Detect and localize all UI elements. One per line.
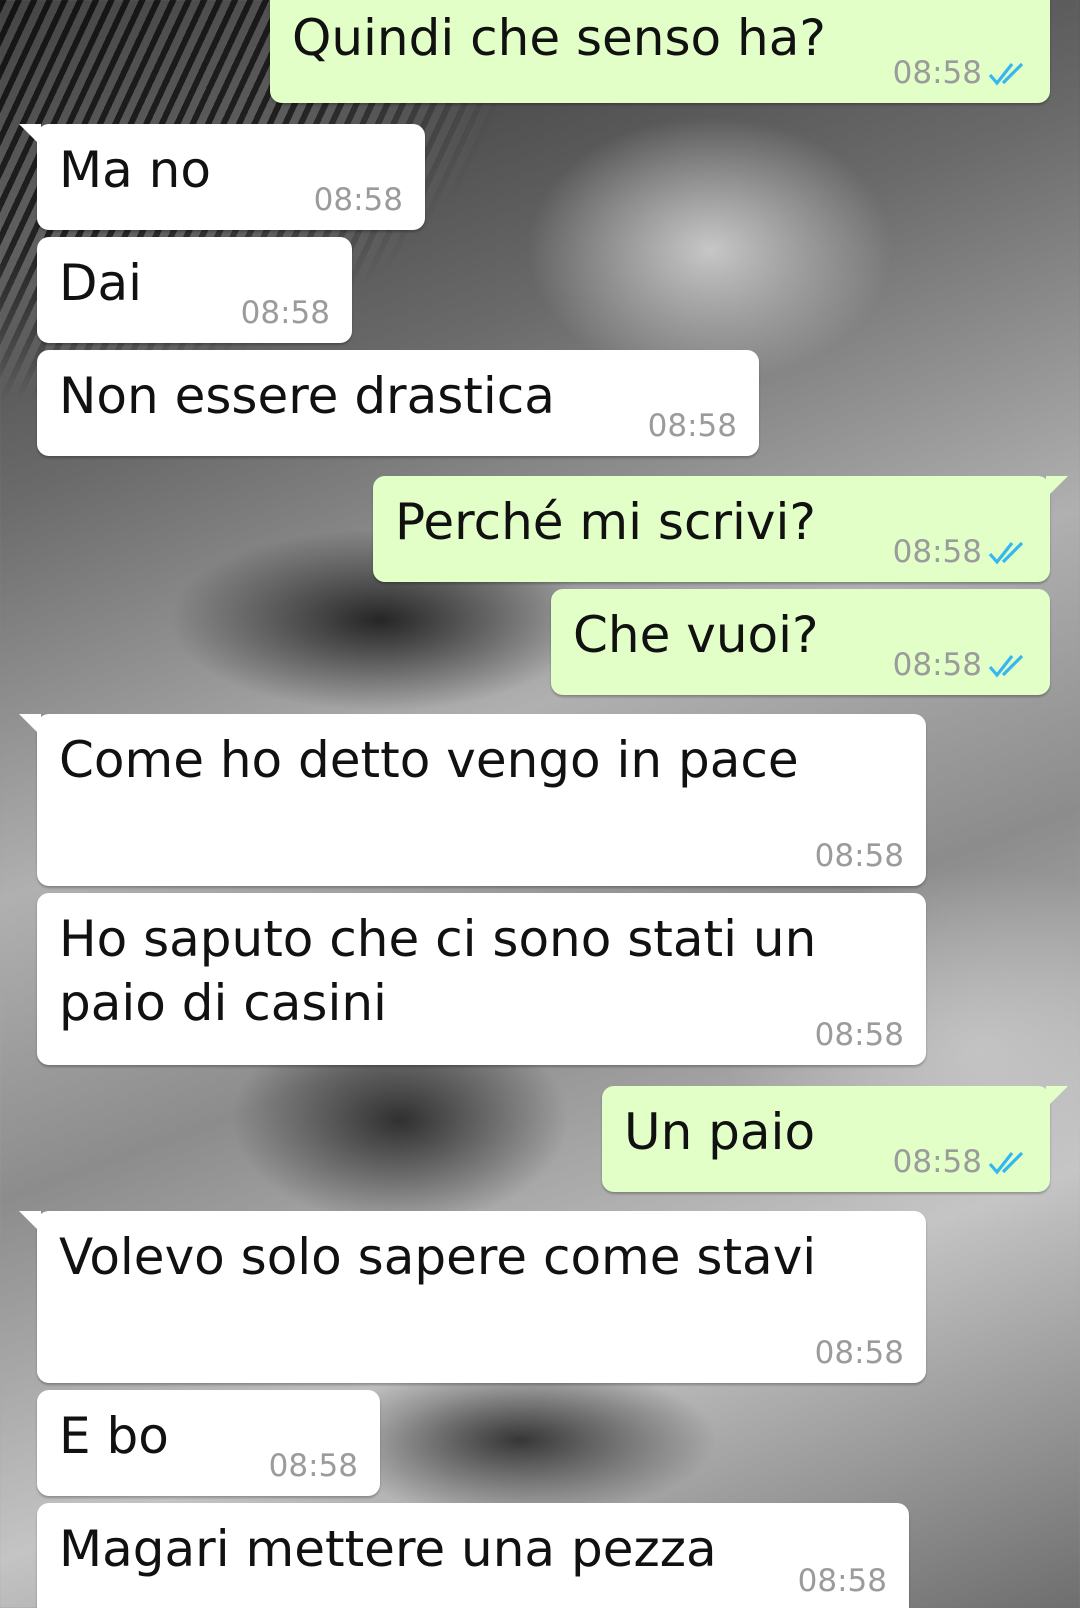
message-text: Perché mi scrivi? — [395, 493, 816, 551]
message-timestamp: 08:58 — [892, 647, 982, 683]
message-bubble-incoming[interactable]: Ma no 08:58 — [19, 124, 425, 230]
message-text-line-2: paio di casini — [59, 974, 387, 1032]
message-timestamp: 08:58 — [313, 182, 403, 218]
message-text: Quindi che senso ha? — [292, 9, 826, 67]
message-bubble-incoming[interactable]: E bo 08:58 — [37, 1390, 380, 1496]
message-text-line-1: Ho saputo che ci sono stati un — [59, 910, 817, 968]
message-text: Dai — [59, 254, 143, 312]
message-bubble-outgoing[interactable]: Un paio 08:58 — [602, 1086, 1068, 1192]
message-bubble-outgoing[interactable]: Perché mi scrivi? 08:58 — [373, 476, 1068, 582]
message-text: E bo — [59, 1407, 169, 1465]
message-bubble-incoming[interactable]: Magari mettere una pezza 08:58 — [37, 1503, 909, 1608]
message-timestamp: 08:58 — [814, 1335, 904, 1371]
message-bubble-outgoing[interactable]: Che vuoi? 08:58 — [551, 589, 1050, 695]
message-timestamp: 08:58 — [268, 1448, 358, 1484]
double-check-read-icon — [988, 654, 1024, 678]
message-text: Ma no — [59, 141, 211, 199]
message-bubble-incoming[interactable]: Come ho detto vengo in pace 08:58 — [19, 714, 926, 886]
message-bubble-incoming[interactable]: Non essere drastica 08:58 — [37, 350, 759, 456]
chat-message-list[interactable]: Quindi che senso ha? 08:58 Ma no 08:58 D… — [0, 0, 1080, 1608]
message-timestamp: 08:58 — [647, 408, 737, 444]
message-bubble-incoming[interactable]: Dai 08:58 — [37, 237, 352, 343]
message-text: Un paio — [624, 1103, 816, 1161]
double-check-read-icon — [988, 62, 1024, 86]
message-timestamp: 08:58 — [814, 1017, 904, 1053]
double-check-read-icon — [988, 541, 1024, 565]
message-bubble-incoming[interactable]: Ho saputo che ci sono stati un paio di c… — [37, 893, 926, 1065]
message-timestamp: 08:58 — [892, 534, 982, 570]
message-bubble-incoming[interactable]: Volevo solo sapere come stavi 08:58 — [19, 1211, 926, 1383]
message-bubble-outgoing[interactable]: Quindi che senso ha? 08:58 — [270, 0, 1050, 103]
message-text: Volevo solo sapere come stavi — [59, 1228, 817, 1286]
message-text: Non essere drastica — [59, 367, 555, 425]
message-timestamp: 08:58 — [892, 1144, 982, 1180]
message-text: Magari mettere una pezza — [59, 1520, 717, 1578]
message-timestamp: 08:58 — [814, 838, 904, 874]
message-timestamp: 08:58 — [797, 1563, 887, 1599]
double-check-read-icon — [988, 1151, 1024, 1175]
message-timestamp: 08:58 — [240, 295, 330, 331]
message-timestamp: 08:58 — [892, 55, 982, 91]
message-text: Che vuoi? — [573, 606, 819, 664]
message-text: Come ho detto vengo in pace — [59, 731, 799, 789]
